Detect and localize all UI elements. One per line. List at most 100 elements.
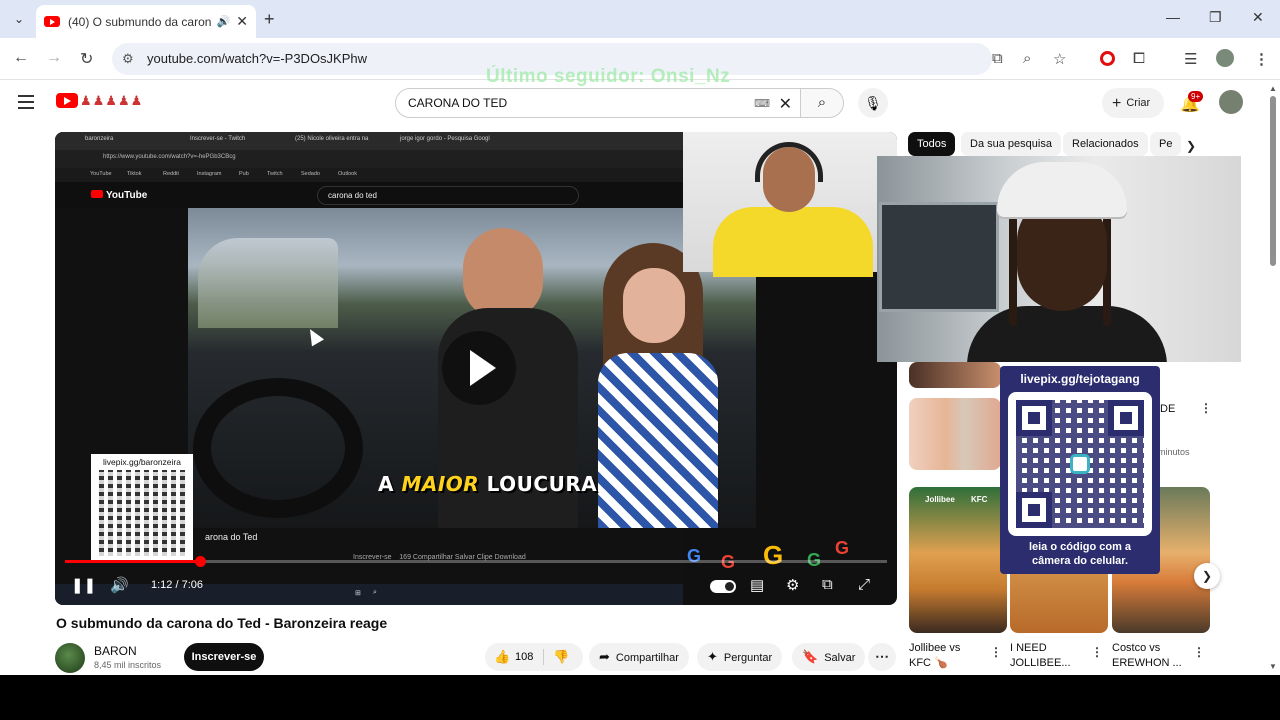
chip-from-search[interactable]: Da sua pesquisa	[961, 132, 1061, 156]
inner-address-bar: https://www.youtube.com/watch?v=-hePGb3C…	[55, 150, 683, 168]
avatar[interactable]	[1219, 90, 1243, 114]
short-more-icon[interactable]: ⋮	[990, 645, 1002, 659]
save-button[interactable]: 🔖 Salvar	[792, 643, 866, 671]
background-window	[879, 202, 999, 312]
subscribe-button[interactable]: Inscrever-se	[184, 643, 264, 671]
scroll-up-icon[interactable]: ▲	[1269, 84, 1277, 93]
chevron-right-icon: ❯	[1201, 569, 1213, 583]
opera-extension-icon[interactable]	[1100, 51, 1115, 66]
clear-search-icon[interactable]: ✕	[779, 94, 792, 114]
like-thumb-icon[interactable]: 👍	[494, 649, 510, 665]
qr-caption-line: câmera do celular.	[1032, 555, 1128, 567]
chip-partial[interactable]: Pe	[1150, 132, 1182, 156]
inner-tab: (25) Nicole oliveira entra na	[295, 136, 369, 142]
bookmark-star-icon[interactable]: ☆	[1053, 50, 1066, 68]
search-button[interactable]: ⌕	[800, 88, 844, 118]
extensions-puzzle-icon[interactable]: ⧠	[1133, 50, 1145, 67]
close-tab-icon[interactable]: ✕	[236, 13, 248, 30]
browser-menu-icon[interactable]: ⋮	[1254, 50, 1269, 68]
subtitles-icon[interactable]: ▤	[750, 576, 764, 594]
progress-bar[interactable]	[65, 556, 887, 567]
pause-icon[interactable]: ❚❚	[71, 576, 96, 594]
save-label: Salvar	[824, 652, 856, 664]
settings-gear-icon[interactable]: ⚙	[786, 576, 799, 594]
maximize-icon[interactable]: ❐	[1209, 9, 1222, 26]
create-button[interactable]: + Criar	[1102, 88, 1164, 118]
browser-profile-avatar[interactable]	[1216, 49, 1234, 67]
site-info-icon[interactable]: ⚙	[122, 51, 134, 67]
new-tab-button[interactable]: +	[264, 9, 275, 30]
scrollbar-thumb[interactable]	[1270, 96, 1276, 266]
chip-related[interactable]: Relacionados	[1063, 132, 1148, 156]
media-control-icon[interactable]: ☰	[1184, 50, 1197, 68]
next-shorts-button[interactable]: ❯	[1194, 563, 1220, 589]
youtube-doodle-icon[interactable]: ♟♟♟♟♟	[80, 93, 143, 109]
rec-thumbnail[interactable]	[909, 362, 1001, 388]
fullscreen-icon[interactable]: ⤢	[858, 576, 870, 593]
channel-name[interactable]: BARON	[94, 644, 137, 658]
short-title[interactable]: I NEED JOLLIBEE...	[1010, 641, 1071, 671]
caption-suffix: LOUCURA	[479, 472, 598, 496]
short-title-line: KFC 🍗	[909, 657, 948, 669]
page-scrollbar[interactable]: ▲ ▼	[1268, 84, 1280, 674]
rec-more-icon[interactable]: ⋮	[1200, 401, 1212, 415]
share-button[interactable]: ➦ Compartilhar	[589, 643, 689, 671]
inner-url-text: https://www.youtube.com/watch?v=-hePGb3C…	[103, 154, 236, 160]
autoplay-toggle[interactable]	[710, 580, 736, 593]
scroll-down-icon[interactable]: ▼	[1269, 662, 1277, 671]
notification-count-badge: 9+	[1188, 91, 1204, 102]
hamburger-menu-icon[interactable]	[18, 95, 34, 109]
chip-all[interactable]: Todos	[908, 132, 956, 156]
keyboard-icon[interactable]: ⌨	[754, 97, 770, 110]
short-more-icon[interactable]: ⋮	[1091, 645, 1103, 659]
forward-arrow-icon[interactable]: →	[46, 49, 62, 67]
zoom-icon[interactable]: ⌕	[1023, 50, 1031, 67]
rec-title-partial: DE	[1160, 403, 1176, 415]
chevron-right-icon[interactable]: ❯	[1186, 139, 1196, 153]
inner-search-text: carona do ted	[328, 191, 377, 200]
plus-icon: +	[1112, 95, 1122, 112]
voice-search-button[interactable]: 🎙	[858, 88, 888, 118]
headset-icon	[755, 142, 823, 182]
ask-button[interactable]: ✦ Perguntar	[697, 643, 783, 671]
driver-head	[463, 228, 543, 318]
big-play-icon[interactable]	[442, 331, 516, 405]
video-player[interactable]: baronzeira Inscrever-se - Twitch (25) Ni…	[55, 132, 897, 605]
hair-strand	[1009, 216, 1017, 326]
tab-search-icon[interactable]: ⌄	[8, 8, 30, 30]
channel-avatar[interactable]	[55, 643, 85, 673]
youtube-logo-icon[interactable]	[56, 93, 78, 108]
back-arrow-icon[interactable]: ←	[13, 49, 29, 67]
miniplayer-icon[interactable]: ⧉	[822, 576, 833, 593]
dislike-thumb-icon[interactable]: 👎	[553, 649, 569, 665]
inner-bookmark: Outlook	[338, 171, 357, 177]
install-app-icon[interactable]: ⧉	[992, 50, 1003, 67]
more-actions-icon[interactable]: ⋯	[868, 643, 896, 671]
cap-icon	[997, 162, 1127, 217]
short-title[interactable]: Jollibee vs KFC 🍗	[909, 641, 960, 671]
brand-tag: Jollibee	[925, 495, 955, 504]
qr-finder	[1016, 492, 1052, 528]
browser-tab-youtube[interactable]: (40) O submundo da carona 🔊 ✕	[36, 5, 256, 38]
short-more-icon[interactable]: ⋮	[1193, 645, 1205, 659]
create-label: Criar	[1126, 97, 1151, 109]
search-input[interactable]: CARONA DO TED ⌨ ✕	[395, 88, 805, 118]
share-arrow-icon: ➦	[599, 649, 610, 664]
livepix-qr-right[interactable]: livepix.gg/tejotagang leia o código com …	[1000, 366, 1160, 574]
short-title[interactable]: Costco vs EREWHON ...	[1112, 641, 1182, 671]
scrubber-handle[interactable]	[194, 556, 206, 567]
bookmark-icon: 🔖	[802, 649, 819, 664]
rec-thumbnail[interactable]	[909, 398, 1001, 470]
livepix-qr-left[interactable]: livepix.gg/baronzeira	[91, 454, 193, 560]
window-close-icon[interactable]: ✕	[1252, 9, 1264, 26]
minimize-icon[interactable]: —	[1166, 9, 1180, 25]
brand-tag: KFC	[971, 495, 988, 504]
player-controls: ❚❚ 🔊 1:12 / 7:06 ▤ ⚙ ⧉ ⤢	[55, 570, 897, 605]
volume-icon[interactable]: 🔊	[110, 576, 129, 594]
short-title-line: I NEED	[1010, 642, 1047, 654]
streamer-webcam	[683, 132, 897, 277]
short-title-line: EREWHON ...	[1112, 657, 1182, 669]
reload-icon[interactable]: ↻	[80, 49, 93, 69]
speaker-icon[interactable]: 🔊	[217, 15, 231, 28]
short-thumbnail[interactable]	[909, 487, 1007, 633]
